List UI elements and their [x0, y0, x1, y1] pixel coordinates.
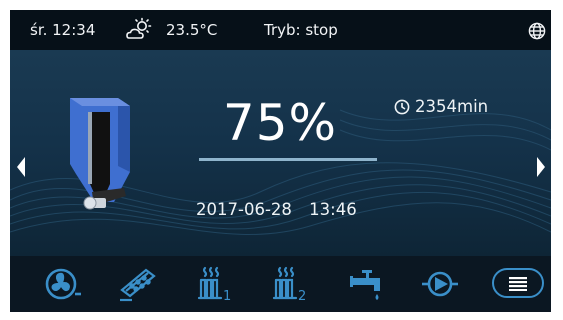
timer-value: 2354min: [415, 97, 489, 116]
globe-icon[interactable]: [528, 22, 546, 44]
svg-text:2: 2: [298, 289, 306, 304]
svg-text:1: 1: [223, 289, 231, 304]
arrow-left-icon[interactable]: [16, 156, 26, 182]
clock-icon: [394, 99, 410, 119]
fuel-feeder-icon[interactable]: [118, 264, 158, 304]
heater-2-icon[interactable]: 2: [270, 264, 310, 304]
bottom-toolbar: 1 2: [10, 256, 551, 312]
heater-1-icon[interactable]: 1: [195, 264, 235, 304]
percent-underline: [199, 158, 377, 161]
status-bar: śr. 12:34 23.5°C Tryb: stop: [10, 10, 551, 50]
arrow-right-icon[interactable]: [536, 156, 546, 182]
day-time: śr. 12:34: [30, 21, 96, 39]
tap-icon[interactable]: [348, 264, 388, 304]
timer-readout: 2354min: [394, 97, 489, 116]
date-value: 2017-06-28: [196, 200, 292, 219]
fuel-level-percent: 75%: [222, 94, 338, 152]
menu-icon: [509, 276, 527, 295]
pump-icon[interactable]: [420, 264, 460, 304]
pellet-hopper-illustration: [70, 98, 130, 210]
date-time: 2017-06-28 13:46: [196, 200, 357, 219]
menu-button[interactable]: [492, 268, 544, 298]
device-screen: śr. 12:34 23.5°C Tryb: stop 75% 2354min …: [10, 10, 551, 312]
main-panel: 75% 2354min 2017-06-28 13:46: [10, 50, 551, 256]
fan-icon[interactable]: [43, 264, 83, 304]
time-value: 13:46: [309, 200, 357, 219]
partly-cloudy-icon: [125, 17, 153, 43]
temperature: 23.5°C: [166, 21, 218, 39]
mode-status: Tryb: stop: [264, 21, 338, 39]
